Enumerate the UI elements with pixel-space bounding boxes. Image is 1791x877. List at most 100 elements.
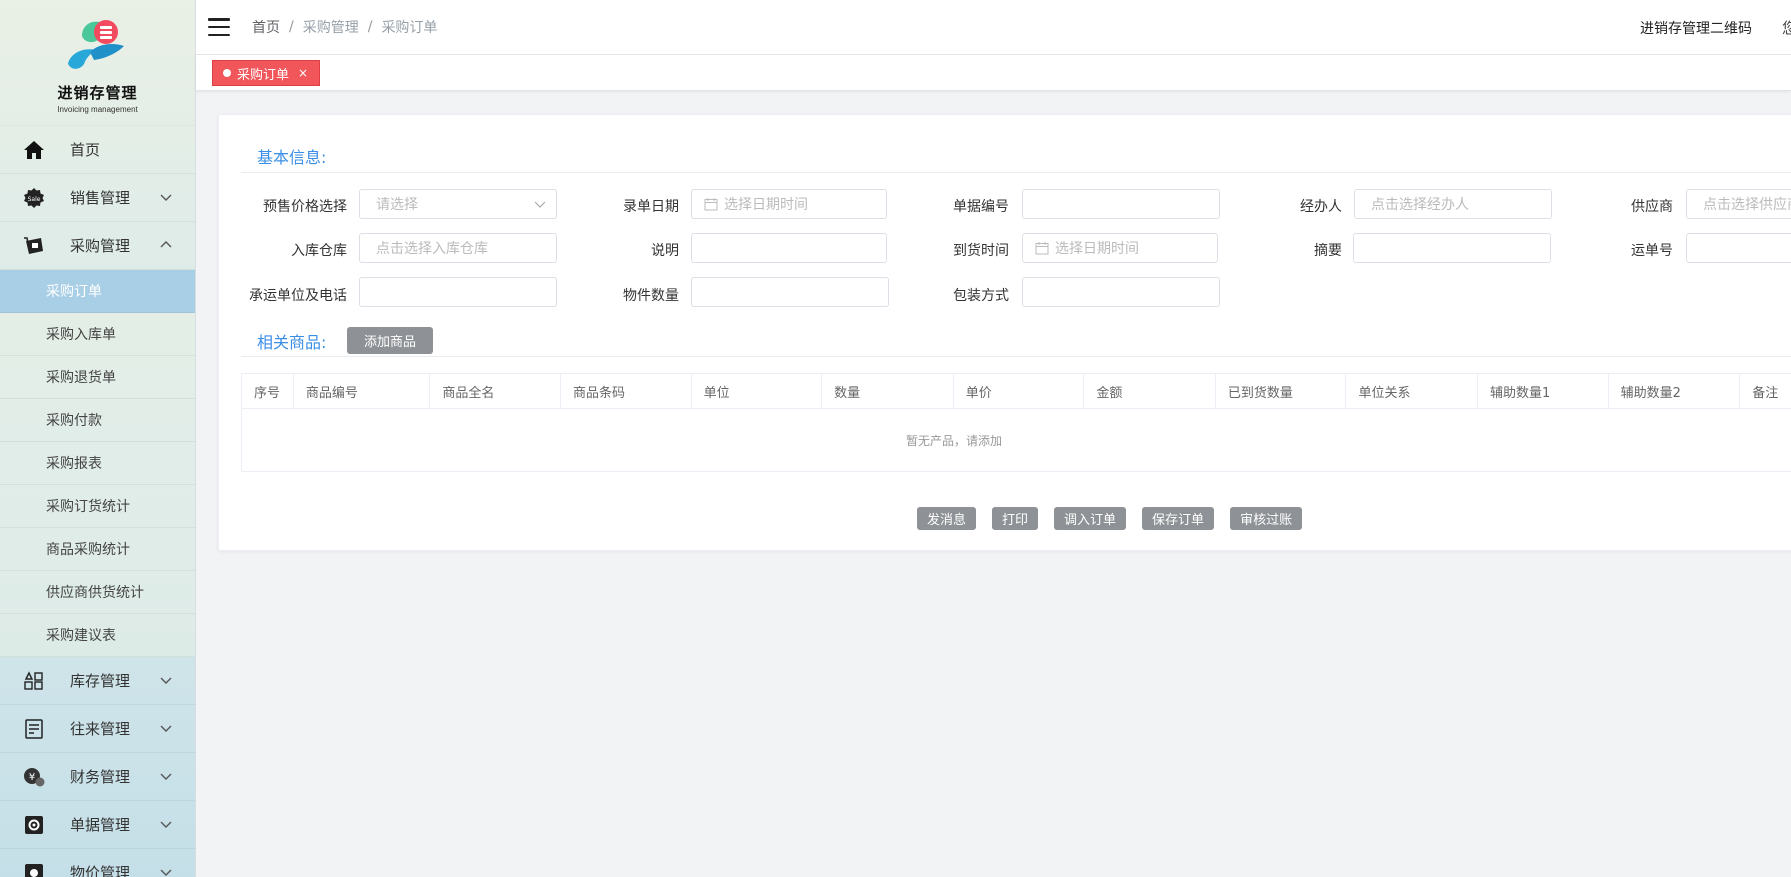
sidebar-item-contacts[interactable]: 往来管理	[0, 705, 195, 753]
app-logo: 进销存管理 Invoicing management	[0, 0, 195, 126]
arrival-time-picker[interactable]: 选择日期时间	[1022, 233, 1218, 263]
sidebar-item-label: 财务管理	[70, 768, 131, 786]
breadcrumb-home[interactable]: 首页	[252, 17, 280, 37]
doc-number-input[interactable]	[1022, 189, 1220, 219]
chevron-down-icon	[160, 677, 172, 684]
sidebar-subitem-order-stats[interactable]: 采购订货统计	[0, 485, 195, 528]
active-dot-icon	[223, 69, 231, 77]
home-icon	[22, 138, 46, 162]
sale-badge-icon: Sale	[22, 186, 46, 210]
sidebar-subitem-purchase-inbound[interactable]: 采购入库单	[0, 313, 195, 356]
column-header: 单价	[954, 374, 1085, 408]
empty-text: 暂无产品，请添加	[905, 433, 1002, 448]
tab-label: 采购订单	[237, 67, 290, 83]
logo-title: 进销存管理	[57, 84, 138, 102]
header-right: 进销存管理二维码 您	[1640, 0, 1791, 55]
close-icon[interactable]: ×	[298, 66, 308, 80]
qr-code-link[interactable]: 进销存管理二维码	[1640, 18, 1752, 38]
sidebar-subitem-goods-stats[interactable]: 商品采购统计	[0, 528, 195, 571]
sidebar-item-finance[interactable]: ¥ 财务管理	[0, 753, 195, 801]
price-select[interactable]: 请选择	[359, 189, 557, 219]
description-input[interactable]	[691, 233, 887, 263]
supplier-input[interactable]: 点击选择供应商	[1686, 189, 1791, 219]
import-order-button[interactable]: 调入订单	[1054, 507, 1127, 530]
chevron-down-icon	[160, 821, 172, 828]
tab-purchase-order[interactable]: 采购订单 ×	[212, 60, 321, 86]
chevron-down-icon	[160, 773, 172, 780]
entry-date-placeholder: 选择日期时间	[724, 197, 808, 213]
purchase-submenu: 采购订单 采购入库单 采购退货单 采购付款 采购报表 采购订货统计 商品采购统计…	[0, 270, 195, 657]
sidebar-item-sales[interactable]: Sale 销售管理	[0, 174, 195, 222]
supplier-label: 供应商	[1631, 199, 1673, 215]
waybill-label: 运单号	[1631, 243, 1673, 259]
approve-post-button[interactable]: 审核过账	[1230, 507, 1303, 530]
sidebar-item-documents[interactable]: 单据管理	[0, 801, 195, 849]
chevron-down-icon	[160, 869, 172, 876]
sidebar-subitem-supplier-stats[interactable]: 供应商供货统计	[0, 571, 195, 614]
sidebar-subitem-purchase-payment[interactable]: 采购付款	[0, 399, 195, 442]
document-gear-icon	[22, 813, 46, 837]
sidebar-item-label: 销售管理	[70, 189, 131, 207]
send-message-button[interactable]: 发消息	[917, 507, 977, 530]
goods-title: 相关商品:	[257, 333, 327, 352]
breadcrumb-separator: /	[289, 19, 294, 35]
sidebar-subitem-purchase-order[interactable]: 采购订单	[0, 270, 195, 313]
user-greeting[interactable]: 您	[1782, 17, 1791, 38]
column-header: 数量	[822, 374, 954, 408]
logo-icon	[67, 20, 124, 69]
sidebar-item-label: 单据管理	[70, 816, 131, 834]
warehouse-input[interactable]: 点击选择入库仓库	[359, 233, 557, 263]
package-input[interactable]	[1022, 277, 1220, 307]
sidebar-item-label: 首页	[70, 141, 101, 159]
arrival-time-placeholder: 选择日期时间	[1055, 241, 1139, 257]
svg-text:¥: ¥	[29, 772, 35, 783]
entry-date-label: 录单日期	[623, 199, 679, 215]
description-label: 说明	[651, 243, 679, 259]
top-header: 首页 / 采购管理 / 采购订单 进销存管理二维码 您	[196, 0, 1791, 55]
column-header: 序号	[242, 374, 294, 408]
breadcrumb-separator: /	[367, 19, 373, 35]
arrival-time-label: 到货时间	[953, 243, 1009, 259]
column-header: 备注	[1752, 385, 1779, 401]
sidebar-subitem-suggestion[interactable]: 采购建议表	[0, 614, 195, 657]
hamburger-menu-icon[interactable]	[208, 18, 230, 36]
sidebar-item-label: 往来管理	[70, 720, 131, 738]
sidebar-item-home[interactable]: 首页	[0, 126, 195, 174]
tabs-bar: 采购订单 ×	[196, 55, 1791, 91]
summary-input[interactable]	[1353, 233, 1551, 263]
save-order-button[interactable]: 保存订单	[1142, 507, 1215, 530]
section-divider	[241, 356, 1791, 357]
column-header: 单位	[692, 374, 823, 408]
pieces-label: 物件数量	[623, 288, 679, 304]
supplier-placeholder: 点击选择供应商	[1703, 197, 1791, 213]
column-header: 商品全名	[430, 374, 561, 408]
finance-icon: ¥	[22, 765, 46, 789]
sidebar-subitem-purchase-report[interactable]: 采购报表	[0, 442, 195, 485]
print-button[interactable]: 打印	[992, 507, 1039, 530]
sidebar-item-label: 库存管理	[70, 672, 131, 690]
purchase-icon	[22, 234, 46, 258]
add-goods-button[interactable]: 添加商品	[347, 327, 434, 354]
column-header: 商品条码	[561, 374, 692, 408]
sidebar-item-price[interactable]: 物价管理	[0, 849, 195, 877]
column-header: 金额	[1084, 374, 1216, 408]
warehouse-label: 入库仓库	[291, 243, 347, 259]
pieces-input[interactable]	[691, 277, 889, 307]
column-header: 单位关系	[1346, 374, 1479, 408]
sidebar-subitem-purchase-return[interactable]: 采购退货单	[0, 356, 195, 399]
breadcrumb-purchase[interactable]: 采购管理	[303, 17, 359, 37]
carrier-input[interactable]	[359, 277, 557, 307]
inventory-icon	[22, 669, 46, 693]
action-buttons: 发消息 打印 调入订单 保存订单 审核过账	[917, 507, 1318, 530]
sidebar-item-purchase[interactable]: 采购管理	[0, 222, 195, 270]
sidebar-item-inventory[interactable]: 库存管理	[0, 657, 195, 705]
waybill-input[interactable]	[1686, 233, 1791, 263]
table-header: 序号 商品编号 商品全名 商品条码 单位 数量 单价 金额 已到货数量 单位关系…	[242, 374, 1791, 409]
handler-input[interactable]: 点击选择经办人	[1354, 189, 1552, 219]
column-header: 辅助数量1	[1478, 374, 1609, 408]
entry-date-picker[interactable]: 选择日期时间	[691, 189, 887, 219]
calendar-icon	[1035, 242, 1049, 255]
breadcrumb-current: 采购订单	[381, 20, 438, 36]
handler-label: 经办人	[1300, 199, 1342, 215]
svg-text:Sale: Sale	[28, 196, 41, 203]
